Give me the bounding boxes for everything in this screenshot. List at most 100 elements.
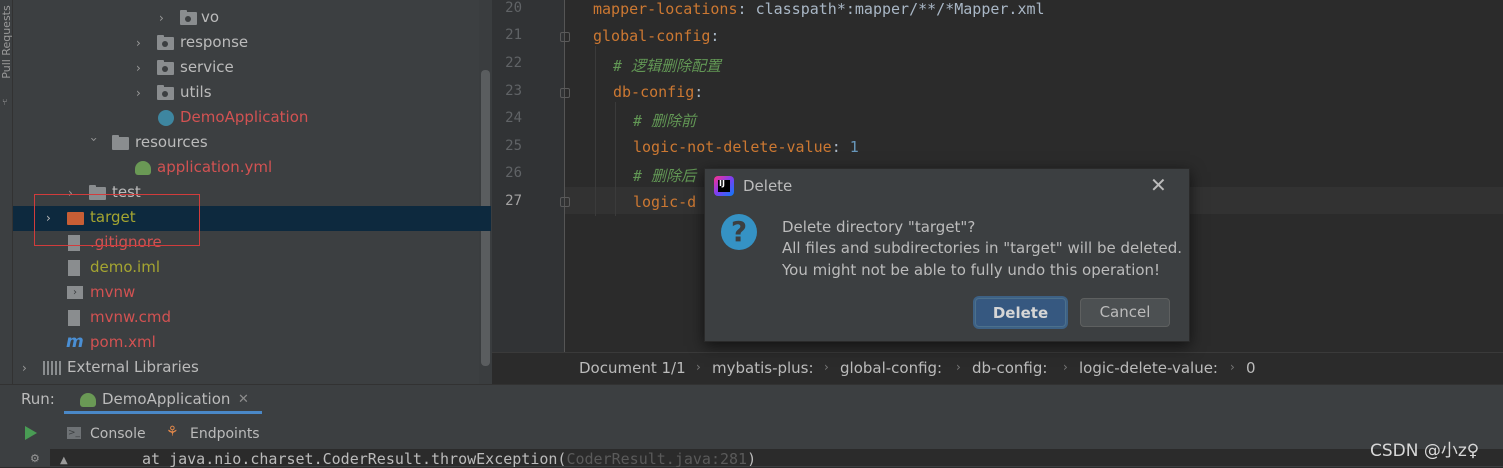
package-folder-icon xyxy=(180,10,197,25)
package-folder-icon xyxy=(157,35,174,50)
wrench-icon[interactable]: ⚙ xyxy=(30,452,40,465)
chevron-right-icon[interactable]: › xyxy=(136,86,146,100)
line-number: 23 xyxy=(505,83,522,99)
yaml-file-icon xyxy=(135,161,151,175)
line-number: 27 xyxy=(505,193,522,209)
close-icon[interactable]: ✕ xyxy=(238,392,249,407)
module-file-icon xyxy=(68,260,80,276)
tree-item-mvnw[interactable]: › mvnw xyxy=(13,281,479,306)
tree-item-label: response xyxy=(180,33,249,51)
pull-request-icon[interactable]: ⑂ xyxy=(2,98,10,108)
line-number: 20 xyxy=(505,0,522,16)
fold-marker-icon[interactable] xyxy=(560,88,570,98)
tree-item-label: application.yml xyxy=(157,158,273,176)
close-icon[interactable]: ✕ xyxy=(1150,173,1167,197)
rerun-play-icon[interactable] xyxy=(25,426,37,440)
shell-script-icon: › xyxy=(67,286,83,299)
tree-item-mvnw-cmd[interactable]: mvnw.cmd xyxy=(13,306,479,331)
breadcrumb-item[interactable]: 0 xyxy=(1246,359,1256,377)
dialog-message-line: Delete directory "target"? xyxy=(782,218,976,236)
chevron-right-icon[interactable]: › xyxy=(136,61,146,75)
chevron-right-icon[interactable]: › xyxy=(136,36,146,50)
cancel-button[interactable]: Cancel xyxy=(1080,298,1170,327)
tree-item-label: mvnw xyxy=(90,283,136,301)
dialog-title: Delete xyxy=(743,177,793,195)
tree-item-label: resources xyxy=(135,133,208,151)
chevron-right-icon: › xyxy=(696,360,701,374)
package-folder-icon xyxy=(157,60,174,75)
dialog-message-line: All files and subdirectories in "target"… xyxy=(782,239,1183,257)
tree-item-utils[interactable]: › utils xyxy=(13,81,479,106)
console-icon: >_ xyxy=(67,427,81,439)
resources-folder-icon xyxy=(112,135,129,150)
tree-item-external-libraries[interactable]: › External Libraries xyxy=(13,356,479,381)
tree-item-label: mvnw.cmd xyxy=(90,308,172,326)
tree-item-application-yml[interactable]: application.yml xyxy=(13,156,479,181)
chevron-right-icon: › xyxy=(1063,360,1068,374)
chevron-right-icon[interactable]: › xyxy=(22,361,32,375)
breadcrumb-item[interactable]: mybatis-plus: xyxy=(712,359,814,377)
tree-item-vo[interactable]: › vo xyxy=(13,6,479,31)
code-line-24: # 删除前 xyxy=(633,112,697,130)
endpoints-icon: ⚘ xyxy=(166,424,179,440)
libraries-icon xyxy=(43,361,61,375)
breadcrumb-item[interactable]: Document 1/1 xyxy=(579,359,686,377)
code-line-21: global-config: xyxy=(593,27,720,45)
code-line-25: logic-not-delete-value: 1 xyxy=(633,138,859,156)
tree-item-service[interactable]: › service xyxy=(13,56,479,81)
question-icon: ? xyxy=(721,214,757,250)
fold-marker-icon[interactable] xyxy=(560,32,570,42)
dialog-message-line: You might not be able to fully undo this… xyxy=(782,261,1161,279)
code-line-26: # 删除后 xyxy=(633,167,697,185)
breadcrumb-item[interactable]: global-config: xyxy=(840,359,942,377)
chevron-right-icon[interactable]: › xyxy=(159,11,169,25)
pull-requests-tab[interactable]: Pull Requests xyxy=(0,0,13,88)
active-tab-indicator xyxy=(64,411,262,414)
tree-item-demo-iml[interactable]: demo.iml xyxy=(13,256,479,281)
tree-item-label: vo xyxy=(201,8,220,26)
tab-console[interactable]: Console xyxy=(90,426,146,442)
code-line-27: logic-d xyxy=(633,193,697,211)
tree-item-label: demo.iml xyxy=(90,258,160,276)
line-number: 21 xyxy=(505,27,522,43)
tree-item-label: DemoApplication xyxy=(180,108,309,126)
chevron-right-icon: › xyxy=(1230,360,1235,374)
watermark: CSDN @小z♀ xyxy=(1370,441,1480,461)
tree-item-label: pom.xml xyxy=(90,333,156,351)
console-line: at java.nio.charset.CoderResult.throwExc… xyxy=(142,450,757,468)
tree-item-label: utils xyxy=(180,83,212,101)
package-folder-icon xyxy=(157,85,174,100)
breadcrumb-item[interactable]: db-config: xyxy=(972,359,1047,377)
code-line-22: # 逻辑删除配置 xyxy=(613,57,722,75)
fold-marker-icon[interactable] xyxy=(560,197,570,207)
code-line-20: mapper-locations: classpath*:mapper/**/*… xyxy=(593,0,1045,18)
intellij-logo-inner xyxy=(718,179,730,192)
line-number: 24 xyxy=(505,110,522,126)
line-number: 26 xyxy=(505,165,522,181)
highlight-annotation-box xyxy=(34,194,200,246)
tab-endpoints[interactable]: Endpoints xyxy=(190,426,260,442)
tree-item-pom-xml[interactable]: m pom.xml xyxy=(13,331,479,356)
tree-item-demo-application[interactable]: DemoApplication xyxy=(13,106,479,131)
delete-button[interactable]: Delete xyxy=(975,298,1066,327)
breadcrumb-item[interactable]: logic-delete-value: xyxy=(1079,359,1218,377)
tree-item-label: External Libraries xyxy=(67,358,199,376)
maven-icon: m xyxy=(66,332,84,352)
tree-item-label: service xyxy=(180,58,234,76)
spring-run-icon xyxy=(80,393,96,407)
line-number: 22 xyxy=(505,55,522,71)
chevron-right-icon: › xyxy=(956,360,961,374)
chevron-right-icon: › xyxy=(824,360,829,374)
line-number: 25 xyxy=(505,138,522,154)
breadcrumb: Document 1/1 › mybatis-plus: › global-co… xyxy=(492,352,1503,384)
run-tab-label: DemoApplication xyxy=(102,390,231,408)
run-label: Run: xyxy=(21,390,55,408)
text-file-icon xyxy=(68,310,80,326)
chevron-down-icon[interactable]: › xyxy=(87,137,101,147)
tree-item-resources[interactable]: › resources xyxy=(13,131,479,156)
scroll-up-icon[interactable]: ▲ xyxy=(60,455,68,466)
tree-item-response[interactable]: › response xyxy=(13,31,479,56)
editor-gutter: 20 21 22 23 24 25 26 27 xyxy=(492,0,570,352)
code-line-23: db-config: xyxy=(613,83,704,101)
spring-boot-class-icon xyxy=(158,110,174,126)
